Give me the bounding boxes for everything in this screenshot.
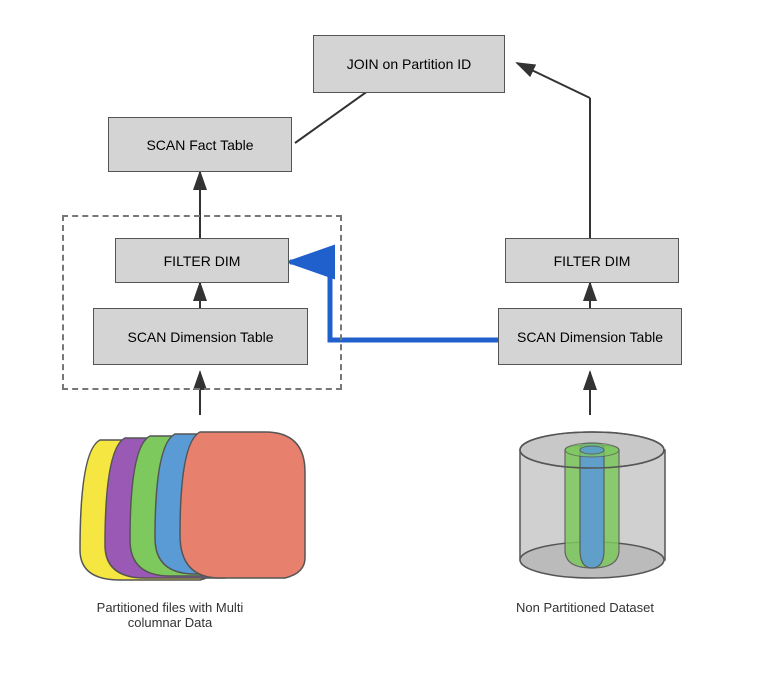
- filter-dim-left-label: FILTER DIM: [164, 253, 241, 269]
- cylinder-svg: [510, 420, 675, 590]
- pages-stack-svg: [70, 420, 310, 590]
- scan-dim-right-box: SCAN Dimension Table: [498, 308, 682, 365]
- scan-fact-label: SCAN Fact Table: [146, 137, 253, 153]
- filter-dim-left-box: FILTER DIM: [115, 238, 289, 283]
- scan-dim-right-label: SCAN Dimension Table: [517, 329, 663, 345]
- join-box: JOIN on Partition ID: [313, 35, 505, 93]
- left-dataset-label: Partitioned files with Multicolumnar Dat…: [60, 600, 280, 630]
- scan-fact-box: SCAN Fact Table: [108, 117, 292, 172]
- scan-dim-left-box: SCAN Dimension Table: [93, 308, 308, 365]
- scan-dim-left-label: SCAN Dimension Table: [127, 329, 273, 345]
- join-label: JOIN on Partition ID: [347, 56, 472, 72]
- diagram-container: JOIN on Partition ID SCAN Fact Table FIL…: [0, 0, 760, 700]
- filter-dim-right-label: FILTER DIM: [554, 253, 631, 269]
- right-dataset-label: Non Partitioned Dataset: [490, 600, 680, 615]
- filter-dim-right-box: FILTER DIM: [505, 238, 679, 283]
